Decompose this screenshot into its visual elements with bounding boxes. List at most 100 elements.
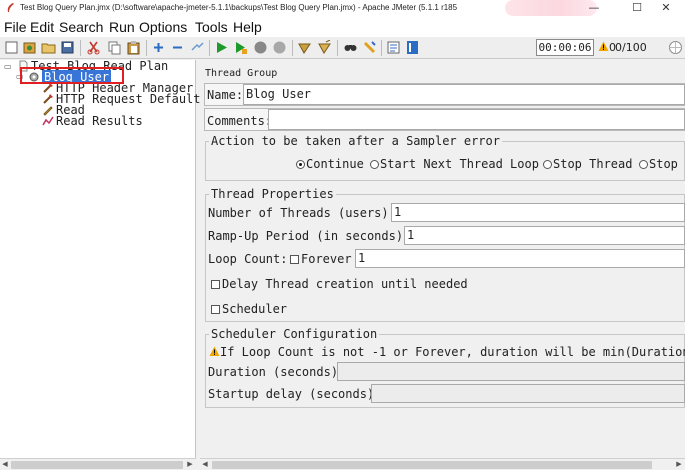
expand-icon[interactable] <box>151 40 166 55</box>
search-icon[interactable] <box>343 40 358 55</box>
loop-count-label: Loop Count: <box>208 252 288 266</box>
radio-selected-indicator <box>296 160 305 169</box>
comments-label: Comments: <box>207 114 273 128</box>
checkbox-box <box>290 255 299 264</box>
scheduler-checkbox[interactable]: Scheduler <box>211 302 287 316</box>
menu-file[interactable]: File <box>4 19 27 35</box>
warning-icon <box>209 346 220 356</box>
toolbar-separator <box>209 40 210 56</box>
radio-label: Stop <box>649 157 678 171</box>
checkbox-label: Scheduler <box>222 302 288 316</box>
toolbar-separator <box>146 40 147 56</box>
close-button[interactable]: ✕ <box>652 0 680 17</box>
radio-stop[interactable]: Stop <box>639 157 678 171</box>
reset-search-icon[interactable] <box>362 40 377 55</box>
elapsed-timer: 00:00:06 <box>536 39 594 56</box>
active-threads: 0/100 <box>615 41 647 54</box>
startup-delay-label: Startup delay (seconds) <box>208 387 375 401</box>
num-threads-input[interactable]: 1 <box>391 203 685 222</box>
toolbar-separator <box>80 40 81 56</box>
radio-label: Stop Thread <box>553 157 633 171</box>
thread-group-gear-icon <box>29 72 39 82</box>
toolbar-separator <box>292 40 293 56</box>
startup-delay-input[interactable] <box>371 384 685 403</box>
cut-icon[interactable] <box>86 40 101 55</box>
save-icon[interactable] <box>60 40 75 55</box>
radio-indicator <box>543 160 552 169</box>
scheduler-warning: If Loop Count is not -1 or Forever, dura… <box>209 345 685 359</box>
forever-checkbox[interactable]: Forever <box>290 252 352 266</box>
loop-count-input[interactable]: 1 <box>355 249 685 268</box>
shutdown-icon[interactable] <box>272 40 287 55</box>
listener-chart-icon <box>42 116 54 126</box>
scroll-right-arrow[interactable]: ▶ <box>185 459 195 470</box>
menu-help[interactable]: Help <box>233 19 262 35</box>
tree-collapse-handle[interactable]: ▭ <box>16 72 24 81</box>
radio-stop-thread[interactable]: Stop Thread <box>543 157 632 171</box>
open-icon[interactable] <box>41 40 56 55</box>
thread-properties-title: Thread Properties <box>209 187 336 201</box>
delay-thread-creation-checkbox[interactable]: Delay Thread creation until needed <box>211 277 468 291</box>
rampup-input[interactable]: 1 <box>404 226 685 245</box>
menu-options[interactable]: Options <box>139 19 187 35</box>
rampup-label: Ramp-Up Period (in seconds): <box>208 229 411 243</box>
clear-icon[interactable] <box>297 40 312 55</box>
menu-search[interactable]: Search <box>59 19 103 35</box>
tree-horizontal-scrollbar[interactable]: ◀ ▶ <box>0 458 196 470</box>
panel-title: Thread Group <box>205 68 278 79</box>
scroll-right-arrow[interactable]: ▶ <box>674 459 684 470</box>
jmeter-feather-icon <box>7 3 14 12</box>
checkbox-box <box>211 280 220 289</box>
templates-icon[interactable] <box>22 40 37 55</box>
num-threads-label: Number of Threads (users): <box>208 206 396 220</box>
clear-all-icon[interactable] <box>317 40 332 55</box>
warning-icon <box>598 41 609 51</box>
help-icon[interactable] <box>405 40 420 55</box>
toolbar-separator <box>381 40 382 56</box>
copy-icon[interactable] <box>107 40 122 55</box>
toolbar-separator <box>337 40 338 56</box>
checkbox-label: Forever <box>301 252 352 266</box>
toggle-icon[interactable] <box>190 40 205 55</box>
maximize-button[interactable]: ☐ <box>623 0 651 17</box>
radio-continue[interactable]: Continue <box>296 157 364 171</box>
tree-node-read-results[interactable]: Read Results <box>42 115 143 127</box>
radio-indicator <box>370 160 379 169</box>
menu-tools[interactable]: Tools <box>195 19 228 35</box>
toolbar: 00:00:06 0 0/100 <box>0 37 685 59</box>
tree-collapse-handle[interactable]: ▭ <box>4 62 12 71</box>
sampler-error-title: Action to be taken after a Sampler error <box>209 134 502 148</box>
collapse-icon[interactable] <box>170 40 185 55</box>
radio-indicator <box>639 160 648 169</box>
remote-globe-icon[interactable] <box>668 40 683 55</box>
checkbox-label: Delay Thread creation until needed <box>222 277 468 291</box>
warning-count: 0 <box>598 41 616 54</box>
title-bar: Test Blog Query Plan.jmx (D:\software\ap… <box>0 0 685 17</box>
paste-icon[interactable] <box>126 40 141 55</box>
duration-label: Duration (seconds) <box>208 365 339 379</box>
radio-label: Start Next Thread Loop <box>380 157 539 171</box>
scroll-left-arrow[interactable]: ◀ <box>0 459 10 470</box>
scroll-left-arrow[interactable]: ◀ <box>200 459 210 470</box>
checkbox-box <box>211 305 220 314</box>
tree-node-label: Read Results <box>56 114 143 128</box>
minimize-button[interactable]: — <box>580 0 608 17</box>
function-helper-icon[interactable] <box>386 40 401 55</box>
menu-run[interactable]: Run <box>109 19 135 35</box>
panel-horizontal-scrollbar[interactable]: ◀ ▶ <box>200 458 685 470</box>
scroll-thumb[interactable] <box>212 461 652 469</box>
stop-icon[interactable] <box>253 40 268 55</box>
new-icon[interactable] <box>4 40 19 55</box>
name-input[interactable]: Blog User <box>243 84 685 105</box>
menu-edit[interactable]: Edit <box>30 19 54 35</box>
duration-input[interactable] <box>337 362 685 381</box>
radio-start-next-thread-loop[interactable]: Start Next Thread Loop <box>370 157 539 171</box>
radio-label: Continue <box>306 157 364 171</box>
scheduler-warning-text: If Loop Count is not -1 or Forever, dura… <box>220 345 685 359</box>
menu-bar: File Edit Search Run Options Tools Help <box>0 17 685 37</box>
window-title: Test Blog Query Plan.jmx (D:\software\ap… <box>20 3 458 12</box>
start-icon[interactable] <box>214 40 229 55</box>
start-no-pauses-icon[interactable] <box>233 40 248 55</box>
comments-input[interactable] <box>268 109 685 130</box>
scroll-thumb[interactable] <box>11 461 183 469</box>
